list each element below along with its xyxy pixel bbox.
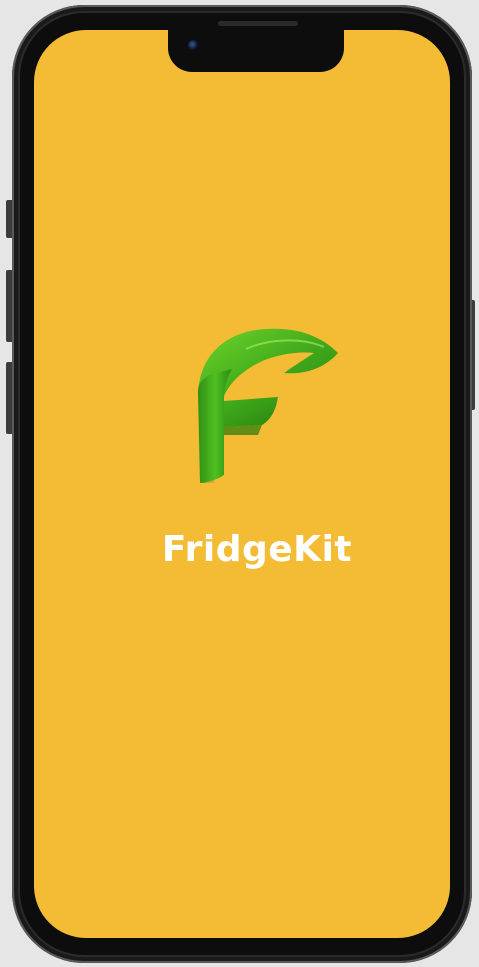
- app-name-title: FridgeKit: [161, 529, 353, 570]
- device-mockup: FridgeKit: [0, 0, 479, 967]
- front-camera: [188, 40, 199, 51]
- notch: [168, 30, 344, 72]
- earpiece-speaker: [218, 21, 298, 26]
- phone-frame: FridgeKit: [12, 5, 472, 963]
- leaf-f-logo-icon: [198, 328, 338, 483]
